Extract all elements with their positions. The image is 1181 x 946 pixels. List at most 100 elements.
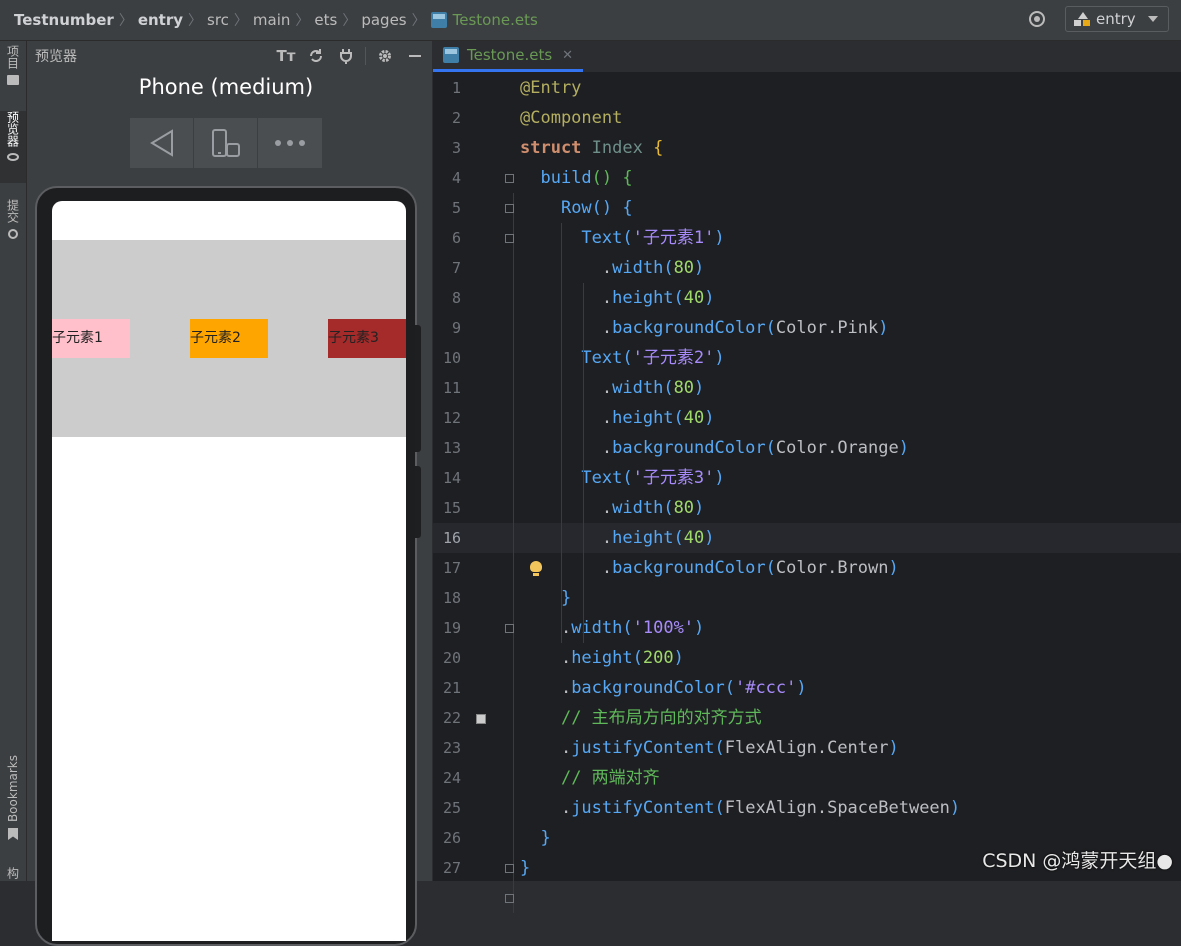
code-line[interactable]: 15 .width(80) bbox=[433, 493, 1181, 523]
breadcrumb-file[interactable]: Testone.ets bbox=[430, 11, 538, 29]
tool-tab-commit[interactable]: 提交 bbox=[0, 199, 26, 249]
fold-marker[interactable] bbox=[505, 864, 514, 873]
code-line[interactable]: 1 @Entry bbox=[433, 73, 1181, 103]
breadcrumb-project[interactable]: Testnumber bbox=[14, 11, 114, 29]
code-line[interactable]: 4 build() { bbox=[433, 163, 1181, 193]
more-button[interactable] bbox=[258, 118, 322, 168]
code-text: // 主布局方向的对齐方式 bbox=[560, 708, 762, 728]
navigation-bar: Testnumber 〉 entry 〉 src 〉 main 〉 ets 〉 pages… bbox=[0, 0, 1181, 41]
code-line[interactable]: 20 .height(200) bbox=[433, 643, 1181, 673]
code-text: .backgroundColor(Color.Pink) bbox=[520, 318, 889, 338]
run-config-label: entry bbox=[1096, 10, 1136, 28]
code-line[interactable]: 16 .height(40) bbox=[433, 523, 1181, 553]
code-line[interactable]: 23 .justifyContent(FlexAlign.Center) bbox=[433, 733, 1181, 763]
line-number: 22 bbox=[442, 709, 461, 727]
code-line[interactable]: 8 .height(40) bbox=[433, 283, 1181, 313]
line-number: 15 bbox=[442, 499, 461, 517]
code-text: } bbox=[520, 858, 531, 878]
rotate-button[interactable] bbox=[194, 118, 258, 168]
indent-guide bbox=[513, 193, 514, 913]
indent-guide bbox=[583, 403, 584, 523]
line-number: 9 bbox=[451, 319, 461, 337]
line-number: 26 bbox=[442, 829, 461, 847]
code-text: .width(80) bbox=[520, 258, 705, 278]
breadcrumb-module[interactable]: entry bbox=[138, 11, 183, 29]
phone-side-button bbox=[415, 325, 421, 452]
fold-marker[interactable] bbox=[505, 624, 514, 633]
line-number: 7 bbox=[451, 259, 461, 277]
fold-marker[interactable] bbox=[505, 174, 514, 183]
code-line[interactable]: 13 .backgroundColor(Color.Orange) bbox=[433, 433, 1181, 463]
phone-screen: 子元素1 子元素2 子元素3 bbox=[52, 201, 406, 941]
refresh-icon[interactable] bbox=[305, 45, 327, 67]
minimize-icon[interactable] bbox=[404, 45, 426, 67]
line-number: 14 bbox=[442, 469, 461, 487]
tool-tab-bookmarks[interactable]: Bookmarks bbox=[0, 755, 26, 847]
code-line[interactable]: 22 // 主布局方向的对齐方式 bbox=[433, 703, 1181, 733]
code-line[interactable]: 25 .justifyContent(FlexAlign.SpaceBetwee… bbox=[433, 793, 1181, 823]
fold-marker[interactable] bbox=[505, 894, 514, 903]
tool-tab-project-label: 项目 bbox=[5, 45, 20, 69]
phone-side-button bbox=[415, 466, 421, 538]
code-text: .height(40) bbox=[520, 408, 715, 428]
breadcrumb-separator: 〉 bbox=[188, 13, 203, 29]
breadcrumb-pages[interactable]: pages bbox=[361, 11, 406, 29]
code-line[interactable]: 3 struct Index { bbox=[433, 133, 1181, 163]
code-line[interactable]: 7 .width(80) bbox=[433, 253, 1181, 283]
code-text: .width(80) bbox=[520, 378, 705, 398]
row-child-2: 子元素2 bbox=[190, 319, 268, 358]
code-line[interactable]: 2 @Component bbox=[433, 103, 1181, 133]
line-number: 23 bbox=[442, 739, 461, 757]
close-icon[interactable]: ✕ bbox=[562, 48, 573, 63]
code-text: Text('子元素3') bbox=[581, 468, 725, 488]
code-line[interactable]: 19 .width('100%') bbox=[433, 613, 1181, 643]
gear-icon[interactable] bbox=[374, 45, 396, 67]
breadcrumb-file-label: Testone.ets bbox=[452, 11, 538, 29]
font-size-icon[interactable]: Tт bbox=[275, 45, 297, 67]
code-line[interactable]: 17 .backgroundColor(Color.Brown) bbox=[433, 553, 1181, 583]
tool-tab-structure[interactable]: 构 bbox=[0, 867, 26, 881]
fold-marker[interactable] bbox=[505, 204, 514, 213]
ets-file-icon bbox=[443, 47, 459, 63]
code-text: @Component bbox=[520, 108, 623, 128]
watermark: CSDN @鸿蒙开天组● bbox=[982, 850, 1173, 872]
fold-marker[interactable] bbox=[505, 234, 514, 243]
code-line[interactable]: 9 .backgroundColor(Color.Pink) bbox=[433, 313, 1181, 343]
code-line[interactable]: 21 .backgroundColor('#ccc') bbox=[433, 673, 1181, 703]
tool-tab-previewer[interactable]: 预览器 bbox=[0, 111, 26, 183]
tool-tab-project[interactable]: 项目 bbox=[0, 45, 26, 97]
code-line[interactable]: 24 // 两端对齐 bbox=[433, 763, 1181, 793]
editor-tab-testone[interactable]: Testone.ets ✕ bbox=[433, 41, 583, 72]
target-device-icon[interactable] bbox=[1029, 11, 1045, 27]
code-line[interactable]: 18 } bbox=[433, 583, 1181, 613]
line-number: 5 bbox=[451, 199, 461, 217]
code-line[interactable]: 10 Text('子元素2') bbox=[433, 343, 1181, 373]
code-line[interactable]: 11 .width(80) bbox=[433, 373, 1181, 403]
previewer-panel: 预览器 Tт Phone (medium) 子元素1 子元素2 子元素3 bbox=[27, 41, 432, 946]
code-line[interactable]: 5 Row() { bbox=[433, 193, 1181, 223]
breadcrumb-separator: 〉 bbox=[233, 13, 248, 29]
lightbulb-icon[interactable] bbox=[530, 561, 542, 577]
breadcrumb: Testnumber 〉 entry 〉 src 〉 main 〉 ets 〉 pages… bbox=[14, 10, 538, 30]
device-title: Phone (medium) bbox=[138, 75, 314, 99]
tool-tab-previewer-label: 预览器 bbox=[5, 111, 20, 147]
device-controls bbox=[130, 118, 322, 168]
indent-guide bbox=[561, 223, 562, 643]
color-swatch[interactable] bbox=[476, 714, 486, 724]
line-number: 24 bbox=[442, 769, 461, 787]
code-text: build() { bbox=[540, 168, 633, 188]
code-line[interactable]: 6 Text('子元素1') bbox=[433, 223, 1181, 253]
code-text: .justifyContent(FlexAlign.Center) bbox=[520, 738, 899, 758]
code-text: Text('子元素2') bbox=[581, 348, 725, 368]
breadcrumb-src[interactable]: src bbox=[207, 11, 229, 29]
line-number: 2 bbox=[451, 109, 461, 127]
back-button[interactable] bbox=[130, 118, 194, 168]
breadcrumb-main[interactable]: main bbox=[253, 11, 290, 29]
run-config-select[interactable]: entry bbox=[1065, 6, 1169, 32]
code-line[interactable]: 14 Text('子元素3') bbox=[433, 463, 1181, 493]
breadcrumb-ets[interactable]: ets bbox=[314, 11, 337, 29]
code-line[interactable]: 12 .height(40) bbox=[433, 403, 1181, 433]
code-text: .width('100%') bbox=[520, 618, 705, 638]
plug-icon[interactable] bbox=[335, 45, 357, 67]
row-child-1: 子元素1 bbox=[52, 319, 130, 358]
